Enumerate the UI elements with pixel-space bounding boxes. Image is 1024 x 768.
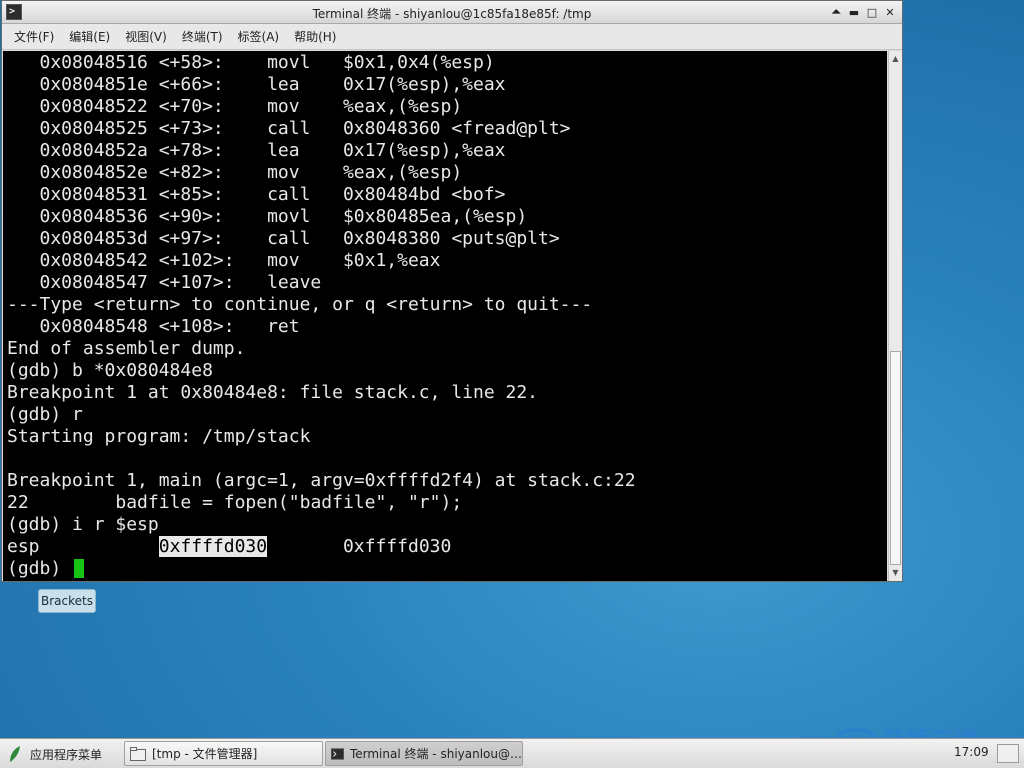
terminal-line: ---Type <return> to continue, or q <retu… [7, 294, 593, 315]
taskbar: 应用程序菜单 [tmp - 文件管理器] Terminal 终端 - shiya… [0, 738, 1024, 768]
terminal-line: Breakpoint 1 at 0x80484e8: file stack.c,… [7, 382, 539, 403]
terminal-output[interactable]: 0x08048516 <+58>: movl $0x1,0x4(%esp) 0x… [3, 51, 887, 581]
terminal-line: 0x08048531 <+85>: call 0x80484bd <bof> [7, 184, 506, 205]
terminal-line: 0x08048536 <+90>: movl $0x80485ea,(%esp) [7, 206, 528, 227]
taskbar-terminal[interactable]: Terminal 终端 - shiyanlou@… [325, 741, 523, 766]
terminal-lines: 0x08048516 <+58>: movl $0x1,0x4(%esp) 0x… [7, 52, 636, 580]
terminal-scrollbar[interactable]: ▲ ▼ [888, 51, 902, 581]
terminal-line: 0x0804853d <+97>: call 0x8048380 <puts@p… [7, 228, 560, 249]
taskbar-file-manager-label: [tmp - 文件管理器] [152, 747, 258, 761]
brackets-tooltip: Brackets [38, 589, 96, 613]
scrollbar-thumb[interactable] [890, 351, 901, 565]
terminal-line: 0x08048522 <+70>: mov %eax,(%esp) [7, 96, 463, 117]
menu-help[interactable]: 帮助(H) [294, 28, 336, 45]
terminal-line: 0x08048547 <+107>: leave [7, 272, 322, 293]
maximize-icon[interactable]: □ [864, 4, 880, 20]
terminal-line: 0x08048516 <+58>: movl $0x1,0x4(%esp) [7, 52, 495, 73]
terminal-line: 0x08048525 <+73>: call 0x8048360 <fread@… [7, 118, 571, 139]
app-menu-button[interactable]: 应用程序菜单 [8, 743, 102, 765]
terminal-line: Starting program: /tmp/stack [7, 426, 311, 447]
show-desktop-button[interactable] [997, 744, 1019, 763]
text-cursor [74, 559, 85, 578]
terminal-line: End of assembler dump. [7, 338, 246, 359]
terminal-line: 0x08048542 <+102>: mov $0x1,%eax [7, 250, 441, 271]
window-title: Terminal 终端 - shiyanlou@1c85fa18e85f: /t… [312, 7, 592, 21]
terminal-icon [331, 747, 344, 760]
app-menu-label: 应用程序菜单 [30, 747, 103, 762]
menu-tabs[interactable]: 标签(A) [238, 28, 280, 45]
terminal-line: 0x0804852a <+78>: lea 0x17(%esp),%eax [7, 140, 506, 161]
terminal-line: Breakpoint 1, main (argc=1, argv=0xffffd… [7, 470, 636, 491]
menu-edit[interactable]: 编辑(E) [69, 28, 110, 45]
menu-bar: 文件(F) 编辑(E) 视图(V) 终端(T) 标签(A) 帮助(H) [2, 24, 902, 50]
menu-file[interactable]: 文件(F) [14, 28, 54, 45]
terminal-prompt-row[interactable]: (gdb) [7, 558, 636, 580]
shade-icon[interactable]: ⏶ [828, 4, 844, 20]
scroll-up-icon[interactable]: ▲ [890, 53, 901, 65]
clock[interactable]: 17:09 [954, 745, 989, 759]
title-bar[interactable]: > Terminal 终端 - shiyanlou@1c85fa18e85f: … [2, 1, 902, 24]
terminal-line: 0x0804851e <+66>: lea 0x17(%esp),%eax [7, 74, 506, 95]
terminal-esp-row: esp 0xffffd030 0xffffd030 [7, 536, 636, 558]
menu-view[interactable]: 视图(V) [125, 28, 167, 45]
esp-natural-value: 0xffffd030 [342, 536, 452, 557]
terminal-line: 0x0804852e <+82>: mov %eax,(%esp) [7, 162, 463, 183]
terminal-window: > Terminal 终端 - shiyanlou@1c85fa18e85f: … [1, 0, 903, 582]
scroll-down-icon[interactable]: ▼ [890, 567, 901, 579]
taskbar-terminal-label: Terminal 终端 - shiyanlou@… [349, 747, 522, 761]
taskbar-file-manager[interactable]: [tmp - 文件管理器] [124, 741, 323, 766]
esp-register-name: esp [7, 536, 40, 557]
close-icon[interactable]: ✕ [882, 4, 898, 20]
esp-hex-value-selected[interactable]: 0xffffd030 [158, 536, 268, 557]
gdb-prompt: (gdb) [7, 558, 73, 579]
terminal-line: (gdb) b *0x080484e8 [7, 360, 213, 381]
menu-terminal[interactable]: 终端(T) [182, 28, 223, 45]
terminal-line: 22 badfile = fopen("badfile", "r"); [7, 492, 463, 513]
window-controls: ⏶ ▬ □ ✕ [828, 4, 898, 20]
terminal-line: (gdb) r [7, 404, 83, 425]
leaf-icon [10, 746, 20, 762]
terminal-line: (gdb) i r $esp [7, 514, 159, 535]
terminal-line: 0x08048548 <+108>: ret [7, 316, 300, 337]
folder-icon [130, 746, 146, 761]
minimize-icon[interactable]: ▬ [846, 4, 862, 20]
